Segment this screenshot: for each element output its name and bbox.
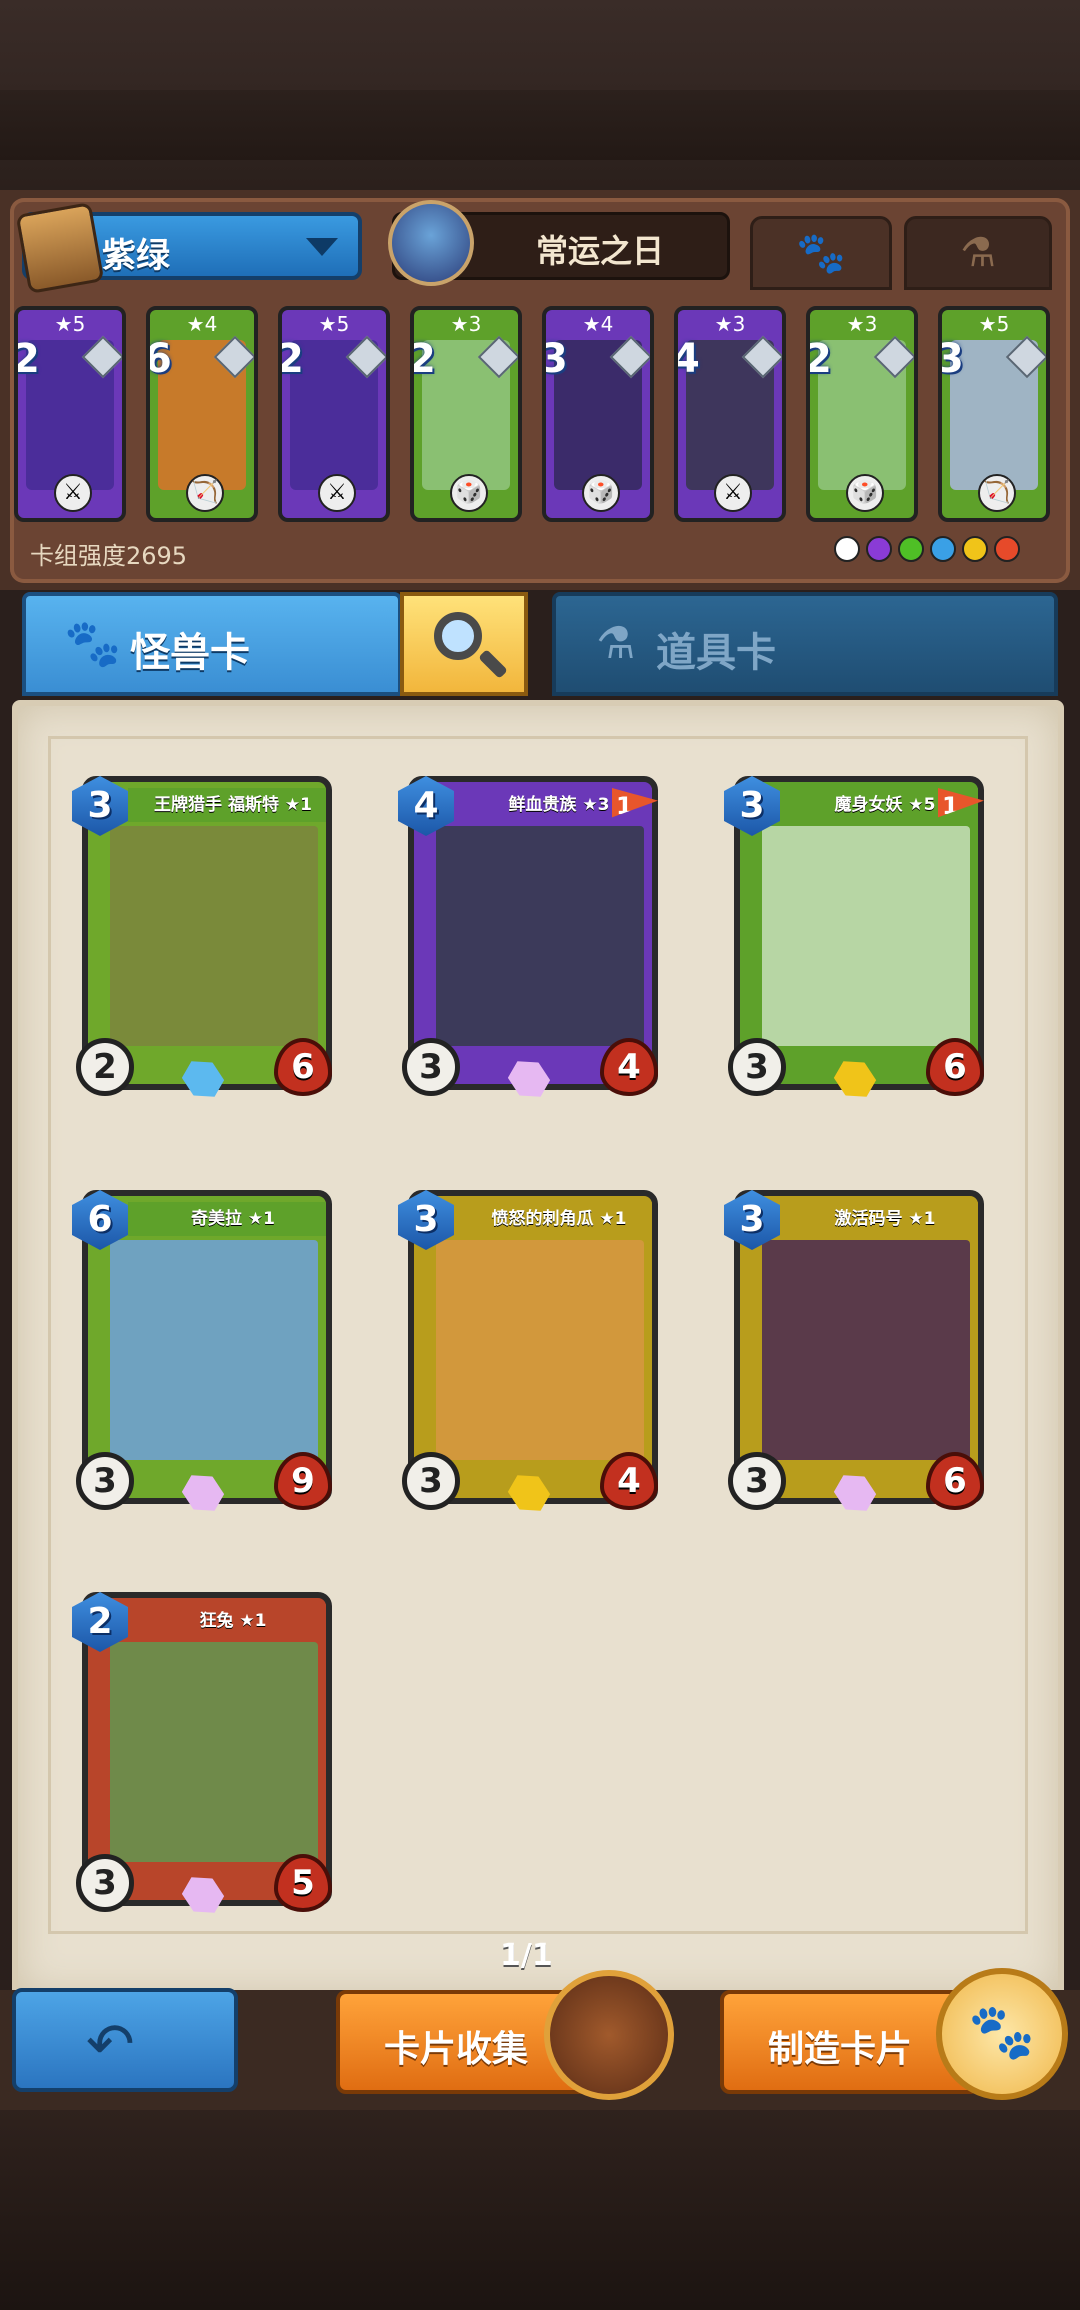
card-art [110, 1240, 318, 1460]
monster-card[interactable]: 王牌猎手 福斯特 ★1 3 2 6 [72, 776, 334, 1106]
card-art [762, 826, 970, 1046]
deck-strength: 卡组强度2695 [30, 542, 188, 570]
card-stars: ★3 [450, 312, 482, 336]
tab-monster-cards[interactable]: 🐾 怪兽卡 [22, 592, 402, 696]
element-icon [994, 536, 1020, 562]
tab-monster-deck[interactable]: 🐾 [750, 216, 892, 290]
card-type-icon: ⚔ [318, 474, 356, 512]
card-stars: ★4 [582, 312, 614, 336]
card-type-icon: 🎲 [450, 474, 488, 512]
card-type-icon: 🏹 [186, 474, 224, 512]
card-art [436, 826, 644, 1046]
card-art [110, 1642, 318, 1862]
back-button[interactable]: ↶ [12, 1988, 238, 2092]
card-type-icon: 🎲 [846, 474, 884, 512]
card-cost: 2 [410, 336, 436, 382]
paw-icon: 🐾 [64, 616, 122, 670]
tab-item-label: 道具卡 [656, 630, 776, 676]
card-cost: 3 [938, 336, 964, 382]
card-cost: 2 [278, 336, 304, 382]
deck-card[interactable]: ★3 2 🎲 [806, 306, 918, 522]
card-attack: 2 [76, 1038, 134, 1096]
card-name: 狂兔 ★1 [128, 1604, 326, 1638]
craft-card-label: 制造卡片 [768, 2029, 913, 2070]
hero-avatar[interactable] [388, 200, 474, 286]
element-icon [962, 536, 988, 562]
monster-card[interactable]: 激活码号 ★1 3 3 6 [724, 1190, 986, 1520]
card-attack: 3 [402, 1452, 460, 1510]
potion-icon: ⚗ [960, 230, 996, 276]
card-cost: 2 [806, 336, 832, 382]
card-art [436, 1240, 644, 1460]
deck-card[interactable]: ★3 4 ⚔ [674, 306, 786, 522]
tab-monster-label: 怪兽卡 [130, 630, 250, 676]
card-type-icon: ⚔ [714, 474, 752, 512]
card-type-icon: 🏹 [978, 474, 1016, 512]
card-cost: 4 [674, 336, 700, 382]
page-indicator: 1/1 [500, 1938, 553, 1973]
footer-wood-frame [0, 2110, 1080, 2310]
search-icon [434, 612, 482, 660]
deck-card[interactable]: ★5 2 ⚔ [14, 306, 126, 522]
back-arrow-icon: ↶ [86, 2010, 135, 2078]
card-stars: ★5 [978, 312, 1010, 336]
deck-select-dropdown[interactable]: 紫绿 [15, 202, 362, 294]
card-attack: 3 [728, 1038, 786, 1096]
card-stars: ★3 [714, 312, 746, 336]
card-attack: 3 [402, 1038, 460, 1096]
card-name: 激活码号 ★1 [780, 1202, 978, 1236]
card-stars: ★5 [54, 312, 86, 336]
hero-name: 常运之日 [535, 232, 664, 270]
monster-card[interactable]: 鲜血贵族 ★3 4 3 4 1 [398, 776, 660, 1106]
tab-item-deck[interactable]: ⚗ [904, 216, 1052, 290]
deck-card[interactable]: ★5 3 🏹 [938, 306, 1050, 522]
card-type-icon: ⚔ [54, 474, 92, 512]
card-name: 奇美拉 ★1 [128, 1202, 326, 1236]
card-stars: ★5 [318, 312, 350, 336]
card-attack: 3 [76, 1452, 134, 1510]
tab-item-cards[interactable]: ⚗ 道具卡 [552, 592, 1058, 696]
element-icon [866, 536, 892, 562]
deck-book-icon [15, 202, 105, 294]
deck-card[interactable]: ★4 6 🏹 [146, 306, 258, 522]
element-icons [828, 536, 1020, 566]
monster-card[interactable]: 愤怒的刺角瓜 ★1 3 3 4 [398, 1190, 660, 1520]
card-cost: 2 [14, 336, 40, 382]
deck-card-row: ★5 2 ⚔ ★4 6 🏹 ★5 2 ⚔ ★3 2 🎲 ★4 3 🎲 ★3 4 ⚔ ★3 2 🎲 ★5 3 🏹 [14, 306, 1070, 526]
card-art [110, 826, 318, 1046]
craft-potion-icon[interactable]: 🐾 [936, 1968, 1068, 2100]
card-cost: 3 [542, 336, 568, 382]
deck-card[interactable]: ★5 2 ⚔ [278, 306, 390, 522]
card-stars: ★3 [846, 312, 878, 336]
deck-name: 紫绿 [102, 236, 170, 276]
potion-icon: ⚗ [596, 618, 636, 669]
paw-icon: 🐾 [796, 230, 846, 277]
card-book-icon[interactable] [544, 1970, 674, 2100]
card-name: 王牌猎手 福斯特 ★1 [128, 788, 326, 822]
top-wood-frame [0, 0, 1080, 196]
card-stars: ★4 [186, 312, 218, 336]
search-button[interactable] [400, 592, 528, 696]
card-attack: 3 [76, 1854, 134, 1912]
element-icon [930, 536, 956, 562]
card-cost: 6 [146, 336, 172, 382]
card-collection-label: 卡片收集 [384, 2029, 529, 2070]
card-art [762, 1240, 970, 1460]
deck-card[interactable]: ★3 2 🎲 [410, 306, 522, 522]
chevron-down-icon [306, 238, 338, 256]
monster-card[interactable]: 奇美拉 ★1 6 3 9 [72, 1190, 334, 1520]
monster-card[interactable]: 狂兔 ★1 2 3 5 [72, 1592, 334, 1922]
card-name: 愤怒的刺角瓜 ★1 [454, 1202, 652, 1236]
deck-card[interactable]: ★4 3 🎲 [542, 306, 654, 522]
card-attack: 3 [728, 1452, 786, 1510]
card-type-icon: 🎲 [582, 474, 620, 512]
element-icon [834, 536, 860, 562]
element-icon [898, 536, 924, 562]
monster-card[interactable]: 魔身女妖 ★5 3 3 6 1 [724, 776, 986, 1106]
